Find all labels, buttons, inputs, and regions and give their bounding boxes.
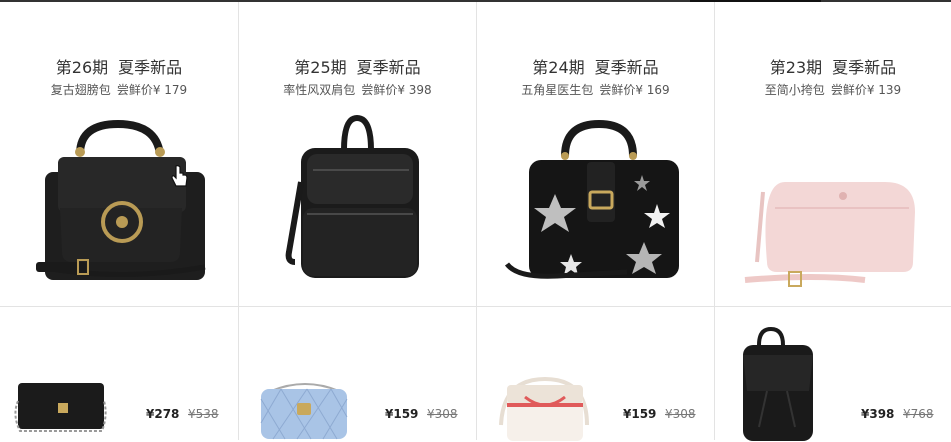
card-title: 第26期 夏季新品 [55,58,183,77]
hand-cursor-icon [171,165,188,187]
card-title: 第24期 夏季新品 [532,58,659,77]
product-price: ¥278 [146,407,180,421]
black-drawstring-backpack-image [743,326,813,441]
card-subtitle: 五角星医生包 尝鲜价¥ 169 [521,83,670,97]
black-chain-bag-image [14,383,107,432]
featured-card-24[interactable]: 第24期 夏季新品 五角星医生包 尝鲜价¥ 169 [477,2,714,306]
blue-quilted-bag-image [260,383,348,440]
product-price: ¥398 [861,407,895,421]
original-price: ¥308 [427,407,458,421]
product-price: ¥159 [623,407,657,421]
product-item-4[interactable]: ¥398 ¥768 [715,307,951,442]
product-price: ¥159 [385,407,419,421]
featured-card-26[interactable]: 第26期 夏季新品 复古翅膀包 尝鲜价¥ 179 [0,2,238,306]
product-item-2[interactable]: ¥159 ¥308 [239,307,476,442]
original-price: ¥308 [665,407,696,421]
card-subtitle: 至简小挎包 尝鲜价¥ 139 [764,83,902,97]
pink-crossbody-bag-image[interactable] [715,112,951,297]
original-price: ¥538 [188,407,219,421]
card-title: 第25期 夏季新品 [294,58,421,77]
product-item-3[interactable]: ¥159 ¥308 [477,307,714,442]
card-title: 第23期 夏季新品 [769,58,897,77]
white-bow-bag-image [499,376,589,441]
black-backpack-image[interactable] [239,112,476,297]
black-wing-handbag-image[interactable] [0,112,238,297]
featured-card-25[interactable]: 第25期 夏季新品 率性风双肩包 尝鲜价¥ 398 [239,2,476,306]
card-subtitle: 复古翅膀包 尝鲜价¥ 179 [50,83,188,97]
featured-card-23[interactable]: 第23期 夏季新品 至简小挎包 尝鲜价¥ 139 [715,2,951,306]
card-subtitle: 率性风双肩包 尝鲜价¥ 398 [283,83,432,97]
product-grid: 第26期 夏季新品 复古翅膀包 尝鲜价¥ 179 第25期 夏季新品 率性风双肩包 尝鲜… [0,2,951,442]
original-price: ¥768 [903,407,934,421]
black-star-doctor-bag-image[interactable] [477,112,714,297]
product-item-1[interactable]: ¥278 ¥538 [0,307,238,442]
